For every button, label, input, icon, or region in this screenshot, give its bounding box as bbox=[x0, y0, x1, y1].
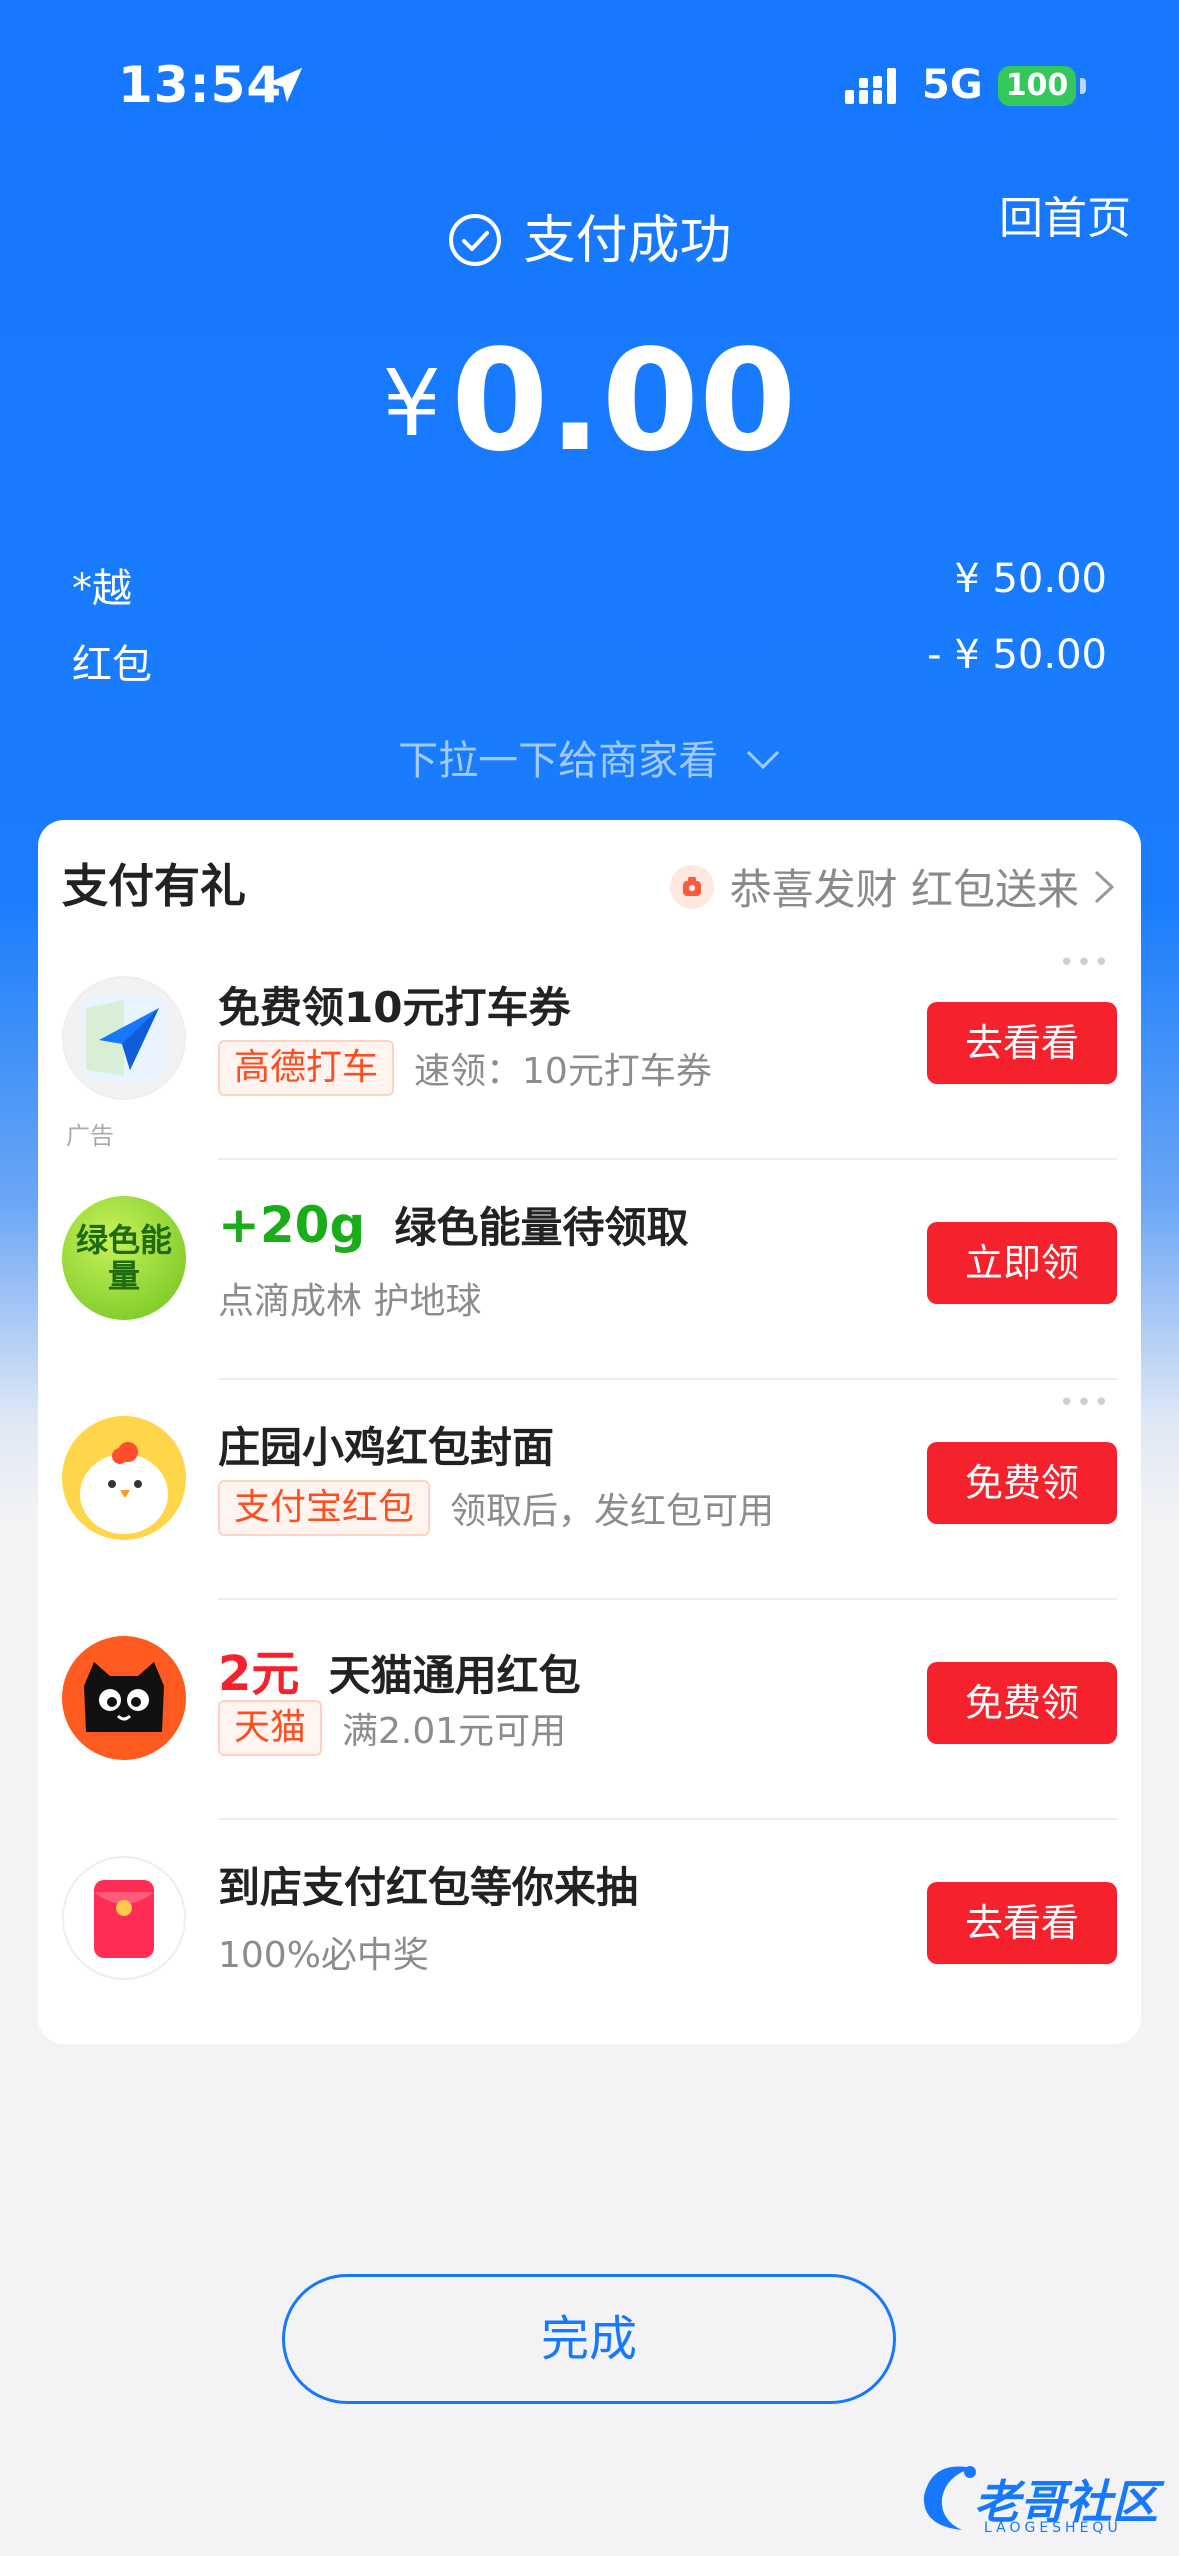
view-button[interactable]: 去看看 bbox=[927, 1002, 1117, 1084]
view-button[interactable]: 去看看 bbox=[927, 1882, 1117, 1964]
item-desc: 领取后，发红包可用 bbox=[450, 1491, 775, 1532]
red-envelope-icon bbox=[62, 1856, 186, 1980]
battery-icon: 100 bbox=[998, 66, 1076, 106]
detail-label: 红包 bbox=[72, 642, 152, 688]
check-circle-icon bbox=[449, 214, 502, 266]
card-title: 支付有礼 bbox=[62, 859, 246, 913]
status-text: 支付成功 bbox=[523, 211, 732, 271]
red-packet-link[interactable]: 恭喜发财 红包送来 bbox=[669, 856, 1115, 917]
item-desc: 点滴成林 护地球 bbox=[218, 1281, 482, 1322]
currency-symbol: ¥ bbox=[382, 350, 442, 457]
detail-label: *越 bbox=[72, 566, 132, 612]
red-packet-bag-icon bbox=[669, 864, 714, 909]
item-subtitle: 高德打车 速领：10元打车券 bbox=[218, 1040, 712, 1096]
detail-row-merchant: *越 ¥ 50.00 bbox=[72, 556, 1107, 614]
watermark-logo: 老哥社区 LAOGESHEQU bbox=[912, 2446, 1172, 2542]
red-packet-link-text: 恭喜发财 红包送来 bbox=[729, 865, 1079, 914]
item-title-text: 天猫通用红包 bbox=[328, 1651, 581, 1700]
signal-icon bbox=[845, 68, 896, 104]
item-desc: 速领：10元打车券 bbox=[414, 1051, 712, 1092]
status-bar: 13:54 5G 100 bbox=[0, 0, 1179, 150]
item-desc: 满2.01元可用 bbox=[342, 1711, 567, 1752]
list-item-green-energy[interactable]: 绿色能量 +20g 绿色能量待领取 点滴成林 护地球 立即领 bbox=[38, 1160, 1141, 1380]
detail-row-redpacket: 红包 - ¥ 50.00 bbox=[72, 632, 1107, 690]
chevron-right-icon bbox=[1094, 870, 1115, 903]
payment-status: 支付成功 bbox=[0, 198, 1179, 273]
pull-hint-text: 下拉一下给商家看 bbox=[398, 738, 719, 784]
ad-label: 广告 bbox=[66, 1122, 114, 1150]
item-title: 到店支付红包等你来抽 bbox=[218, 1863, 639, 1912]
item-title: 庄园小鸡红包封面 bbox=[218, 1423, 555, 1472]
redpacket-amount: 2元 bbox=[218, 1646, 300, 1702]
amount-value: 0.00 bbox=[451, 320, 797, 483]
item-subtitle: 支付宝红包 领取后，发红包可用 bbox=[218, 1480, 774, 1536]
battery-tip bbox=[1080, 78, 1086, 94]
rewards-card: 支付有礼 恭喜发财 红包送来 ••• 广告 免费领10元打车券 高德打车 速领：… bbox=[38, 820, 1141, 2044]
list-item-taxi-coupon[interactable]: ••• 广告 免费领10元打车券 高德打车 速领：10元打车券 去看看 bbox=[38, 940, 1141, 1160]
item-desc: 100%必中奖 bbox=[218, 1935, 429, 1976]
item-subtitle: 点滴成林 护地球 bbox=[218, 1272, 481, 1324]
item-title: 免费领10元打车券 bbox=[218, 983, 571, 1032]
pull-down-hint[interactable]: 下拉一下给商家看 bbox=[0, 728, 1179, 786]
green-energy-icon-text: 绿色能量 bbox=[75, 1221, 172, 1295]
item-tag: 支付宝红包 bbox=[218, 1480, 431, 1536]
list-item-store-lottery[interactable]: 到店支付红包等你来抽 100%必中奖 去看看 bbox=[38, 1820, 1141, 2040]
detail-value: - ¥ 50.00 bbox=[927, 632, 1107, 678]
chick-icon bbox=[62, 1416, 186, 1540]
location-arrow-icon bbox=[267, 67, 303, 103]
claim-now-button[interactable]: 立即领 bbox=[927, 1222, 1117, 1304]
network-type: 5G bbox=[922, 62, 983, 108]
done-button[interactable]: 完成 bbox=[282, 2274, 896, 2404]
item-title-text: 绿色能量待领取 bbox=[394, 1203, 689, 1252]
tmall-cat-icon bbox=[62, 1636, 186, 1760]
green-energy-icon: 绿色能量 bbox=[62, 1196, 186, 1320]
item-subtitle: 天猫 满2.01元可用 bbox=[218, 1700, 566, 1756]
more-icon[interactable]: ••• bbox=[1059, 1388, 1111, 1418]
chevron-down-icon bbox=[746, 750, 779, 770]
item-tag: 天猫 bbox=[218, 1700, 323, 1756]
status-time: 13:54 bbox=[118, 56, 283, 114]
watermark-subtext: LAOGESHEQU bbox=[984, 2520, 1122, 2536]
item-title: 2元 天猫通用红包 bbox=[218, 1634, 581, 1704]
detail-value: ¥ 50.00 bbox=[954, 556, 1107, 602]
item-tag: 高德打车 bbox=[218, 1040, 395, 1096]
list-item-tmall-redpacket[interactable]: 2元 天猫通用红包 天猫 满2.01元可用 免费领 bbox=[38, 1600, 1141, 1820]
item-title: +20g 绿色能量待领取 bbox=[218, 1194, 689, 1255]
free-claim-button[interactable]: 免费领 bbox=[927, 1662, 1117, 1744]
payment-amount: ¥0.00 bbox=[0, 320, 1179, 483]
more-icon[interactable]: ••• bbox=[1059, 948, 1111, 978]
item-subtitle: 100%必中奖 bbox=[218, 1926, 429, 1978]
amap-logo-icon bbox=[62, 976, 186, 1100]
list-item-chick-cover[interactable]: ••• 庄园小鸡红包封面 支付宝红包 领取后，发红包可用 免费领 bbox=[38, 1380, 1141, 1600]
energy-amount: +20g bbox=[218, 1196, 366, 1254]
free-claim-button[interactable]: 免费领 bbox=[927, 1442, 1117, 1524]
